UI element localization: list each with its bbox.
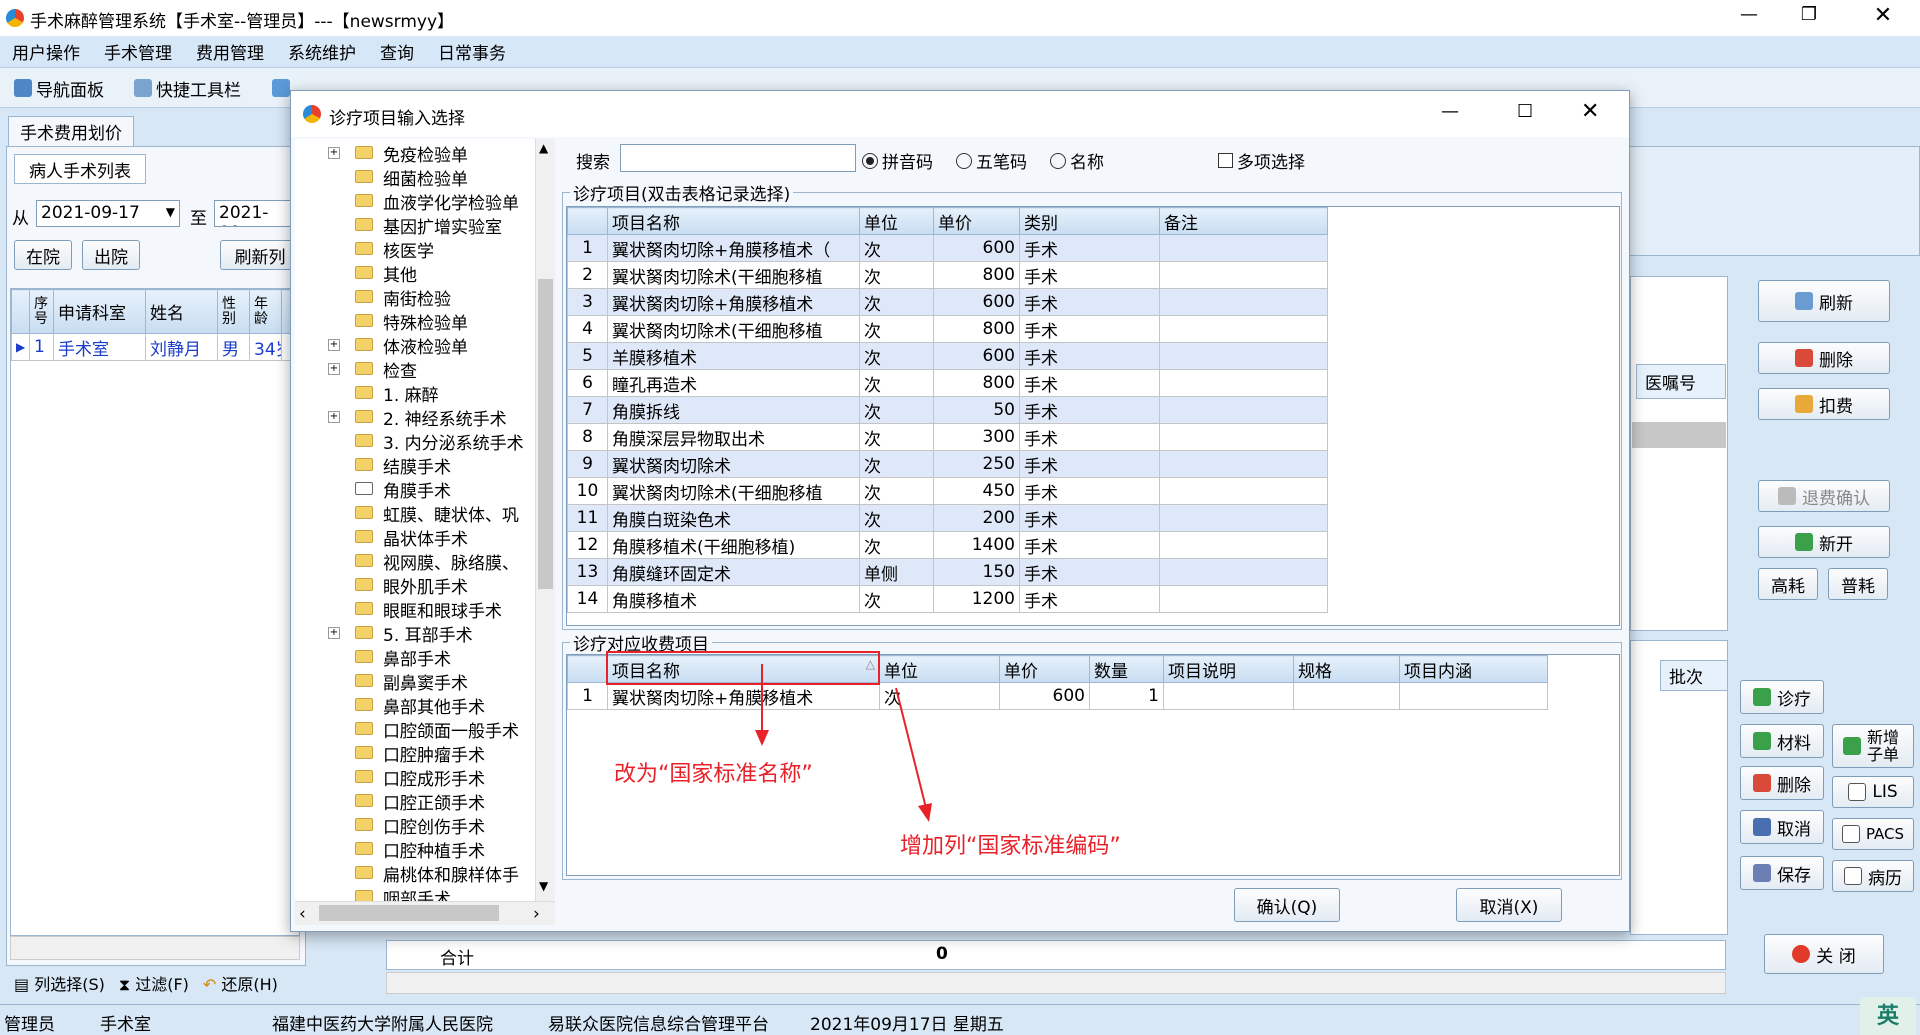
- cancel-button[interactable]: 取消(X): [1456, 888, 1562, 922]
- annotation-arrows: [755, 664, 932, 822]
- confirm-button[interactable]: 确认(Q): [1234, 888, 1340, 922]
- annotation-add-column: 增加列“国家标准编码”: [900, 834, 1121, 859]
- annotation-rename: 改为“国家标准名称”: [614, 762, 813, 787]
